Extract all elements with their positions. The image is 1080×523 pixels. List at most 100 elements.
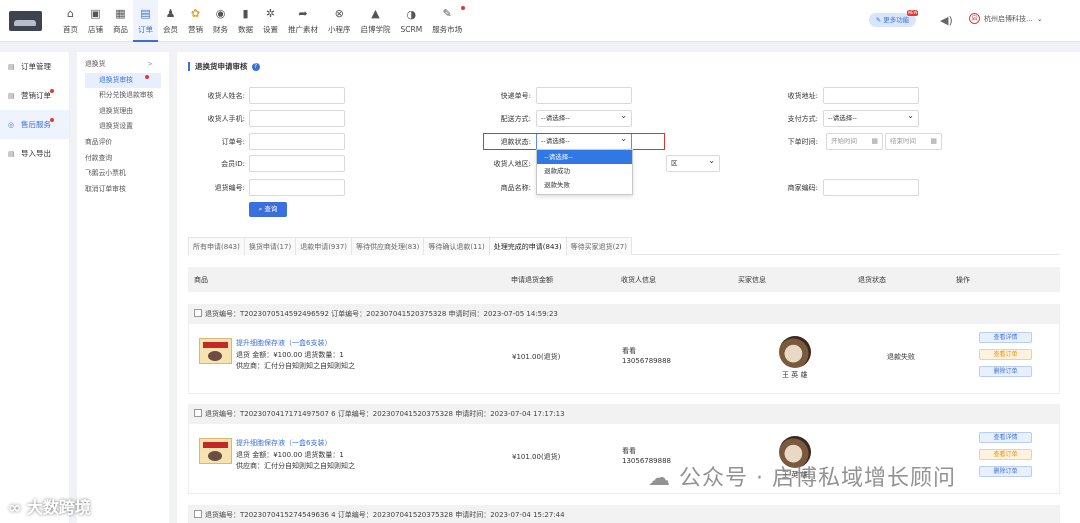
nav-label: 数据 — [238, 24, 253, 34]
sidebar-item-product-reviews[interactable]: 商品评价 — [77, 135, 169, 151]
receiver-name-input[interactable] — [249, 87, 345, 104]
dropdown-option[interactable]: --请选择-- — [537, 150, 632, 164]
help-icon[interactable]: ? — [251, 62, 260, 71]
start-time-input[interactable]: 开始时间 — [826, 133, 883, 150]
new-badge: NEW — [907, 10, 919, 16]
member-id-label: 会员ID: — [221, 160, 245, 168]
dropdown-option[interactable]: 退款成功 — [537, 164, 632, 178]
order-checkbox[interactable] — [194, 309, 202, 317]
nav-finance[interactable]: ◉ 财务 — [208, 0, 233, 42]
end-time-input[interactable]: 结束时间 — [885, 133, 942, 150]
nav-settings[interactable]: ✲ 设置 — [258, 0, 283, 42]
view-order-button[interactable]: 查看订单 — [979, 449, 1032, 460]
nav-marketing[interactable]: ✿ 营销 — [183, 0, 208, 42]
order-header-text: 退货编号：T2023070417171497507 6 订单编号：2023070… — [205, 410, 565, 418]
view-details-button[interactable]: 查看详情 — [979, 332, 1032, 343]
express-no-input[interactable] — [536, 87, 632, 104]
payment-select[interactable]: --请选择-- — [823, 110, 919, 127]
products-icon: ▦ — [115, 6, 126, 20]
merchant-code-input[interactable] — [823, 179, 919, 196]
return-no-label: 退货编号: — [214, 184, 245, 192]
notification-dot — [50, 118, 54, 122]
receiver-name-label: 收货人姓名: — [207, 92, 245, 100]
sidebar-item-label: 退换货理由 — [99, 106, 133, 115]
view-order-button[interactable]: 查看订单 — [979, 349, 1032, 360]
sidebar-item-points-refund-review[interactable]: 积分兑换退款审核 — [77, 88, 169, 104]
col-receiver: 收货人信息 — [621, 275, 656, 284]
address-input[interactable] — [823, 87, 919, 104]
tab-refund[interactable]: 退款申请(937) — [295, 237, 353, 255]
sidebar-item-label: 退换货设置 — [99, 122, 133, 131]
refund-status-dropdown: --请选择-- 退款成功 退款失败 — [536, 149, 633, 195]
member-id-input[interactable] — [249, 155, 345, 172]
nav-data[interactable]: ▮ 数据 — [233, 0, 258, 42]
return-no-input[interactable] — [249, 179, 345, 196]
order-header-text: 退货编号：T2023070415274549636 4 订单编号：2023070… — [205, 511, 565, 519]
nav-orders[interactable]: ▤ 订单 — [133, 0, 158, 42]
product-name-link[interactable]: 提升细胞保存液（一盒6支装） — [236, 338, 331, 348]
order-no-input[interactable] — [249, 133, 345, 150]
sidebar-item-label: 售后服务 — [21, 120, 51, 129]
tab-all[interactable]: 所有申请(843) — [188, 237, 245, 255]
main-nav: ⌂ 首页 ▣ 店铺 ▦ 商品 ▤ 订单 ♟ 会员 ✿ 营销 ◉ 财务 ▮ 数据 ✲ 设置 ➦ 推广素… — [58, 0, 467, 42]
nav-label: 小程序 — [328, 24, 351, 34]
tab-await-supplier[interactable]: 等待供应商处理(83) — [351, 237, 425, 255]
nav-members[interactable]: ♟ 会员 — [158, 0, 183, 42]
sidebar-item-after-sales[interactable]: ◎ 售后服务 — [0, 110, 69, 139]
nav-shop[interactable]: ▣ 店铺 — [83, 0, 108, 42]
nav-label: 营销 — [188, 24, 203, 34]
delivery-select[interactable]: --请选择-- — [536, 110, 632, 127]
order-checkbox[interactable] — [194, 510, 202, 518]
delivery-label: 配送方式: — [500, 115, 531, 123]
nav-home[interactable]: ⌂ 首页 — [58, 0, 83, 42]
tab-await-buyer-return[interactable]: 等待买家退货(27) — [565, 237, 632, 255]
sidebar-item-cancel-order-review[interactable]: 取消订单审核 — [77, 182, 169, 198]
search-button[interactable]: ⌕ 查询 — [249, 202, 287, 217]
notification-dot — [145, 74, 149, 79]
more-features-button[interactable]: ✎ 更多功能 NEW — [869, 10, 919, 27]
nav-miniprogram[interactable]: ⊗ 小程序 — [323, 0, 356, 42]
sidebar-item-return-reasons[interactable]: 退换货理由 — [77, 104, 169, 120]
delete-order-button[interactable]: 删除订单 — [979, 366, 1032, 377]
address-label: 收货地址: — [787, 92, 818, 100]
sidebar-item-receipt-printer[interactable]: 飞鹅云小票机 — [77, 166, 169, 182]
graduation-cap-icon: ▲ — [371, 6, 380, 20]
nav-academy[interactable]: ▲ 启博学院 — [356, 0, 396, 42]
sidebar-item-marketing-orders[interactable]: ▤ 营销订单 — [0, 81, 69, 110]
dropdown-option[interactable]: 退款失败 — [537, 178, 632, 192]
sidebar-item-payment-query[interactable]: 付款查询 — [77, 151, 169, 167]
tab-exchange[interactable]: 换货申请(17) — [243, 237, 297, 255]
shop-icon: ▣ — [90, 6, 101, 20]
nav-label: SCRM — [400, 24, 423, 34]
tab-await-confirm[interactable]: 等待确认退款(11) — [423, 237, 490, 255]
product-thumbnail[interactable] — [199, 338, 232, 364]
shop-switcher[interactable]: 启杭州启博科技... ⌄ — [969, 13, 1043, 24]
logo-image[interactable] — [9, 11, 42, 31]
sidebar-item-label: 付款查询 — [85, 153, 113, 162]
view-details-button[interactable]: 查看详情 — [979, 432, 1032, 443]
nav-scrm[interactable]: ◑ SCRM — [396, 0, 428, 42]
order-checkbox[interactable] — [194, 409, 202, 417]
product-thumbnail[interactable] — [199, 438, 232, 464]
receiver-phone-input[interactable] — [249, 110, 345, 127]
home-icon: ⌂ — [67, 6, 74, 20]
secondary-sidebar: 退换货 > 退换货审核 积分兑换退款审核 退换货理由 退换货设置 商品评价 付款查… — [77, 52, 169, 523]
nav-service-market[interactable]: ✎ 服务市场 — [427, 0, 467, 42]
nav-promo-material[interactable]: ➦ 推广素材 — [283, 0, 323, 42]
sidebar-item-import-export[interactable]: ▤ 导入导出 — [0, 139, 69, 168]
nav-label: 会员 — [163, 24, 178, 34]
nav-products[interactable]: ▦ 商品 — [108, 0, 133, 42]
sidebar-group-returns[interactable]: 退换货 > — [77, 57, 169, 73]
sidebar-item-return-settings[interactable]: 退换货设置 — [77, 119, 169, 135]
finance-icon: ◉ — [215, 6, 226, 20]
sidebar-item-return-review[interactable]: 退换货审核 — [85, 72, 161, 89]
speaker-icon[interactable]: ◀) — [940, 14, 953, 27]
product-name-link[interactable]: 提升细胞保存液（一盒6支装） — [236, 438, 331, 448]
tab-completed[interactable]: 处理完成的申请(843) — [488, 237, 567, 256]
sidebar-item-label: 订单管理 — [21, 62, 51, 71]
region-district-select[interactable]: 区 — [666, 155, 720, 172]
order-header-row: 退货编号：T2023070417171497507 6 订单编号：2023070… — [188, 404, 1060, 424]
watermark-text: 公众号 · 启博私域增长顾问 — [679, 466, 956, 491]
sidebar-item-order-management[interactable]: ▤ 订单管理 — [0, 52, 69, 81]
delete-order-button[interactable]: 删除订单 — [979, 466, 1032, 477]
